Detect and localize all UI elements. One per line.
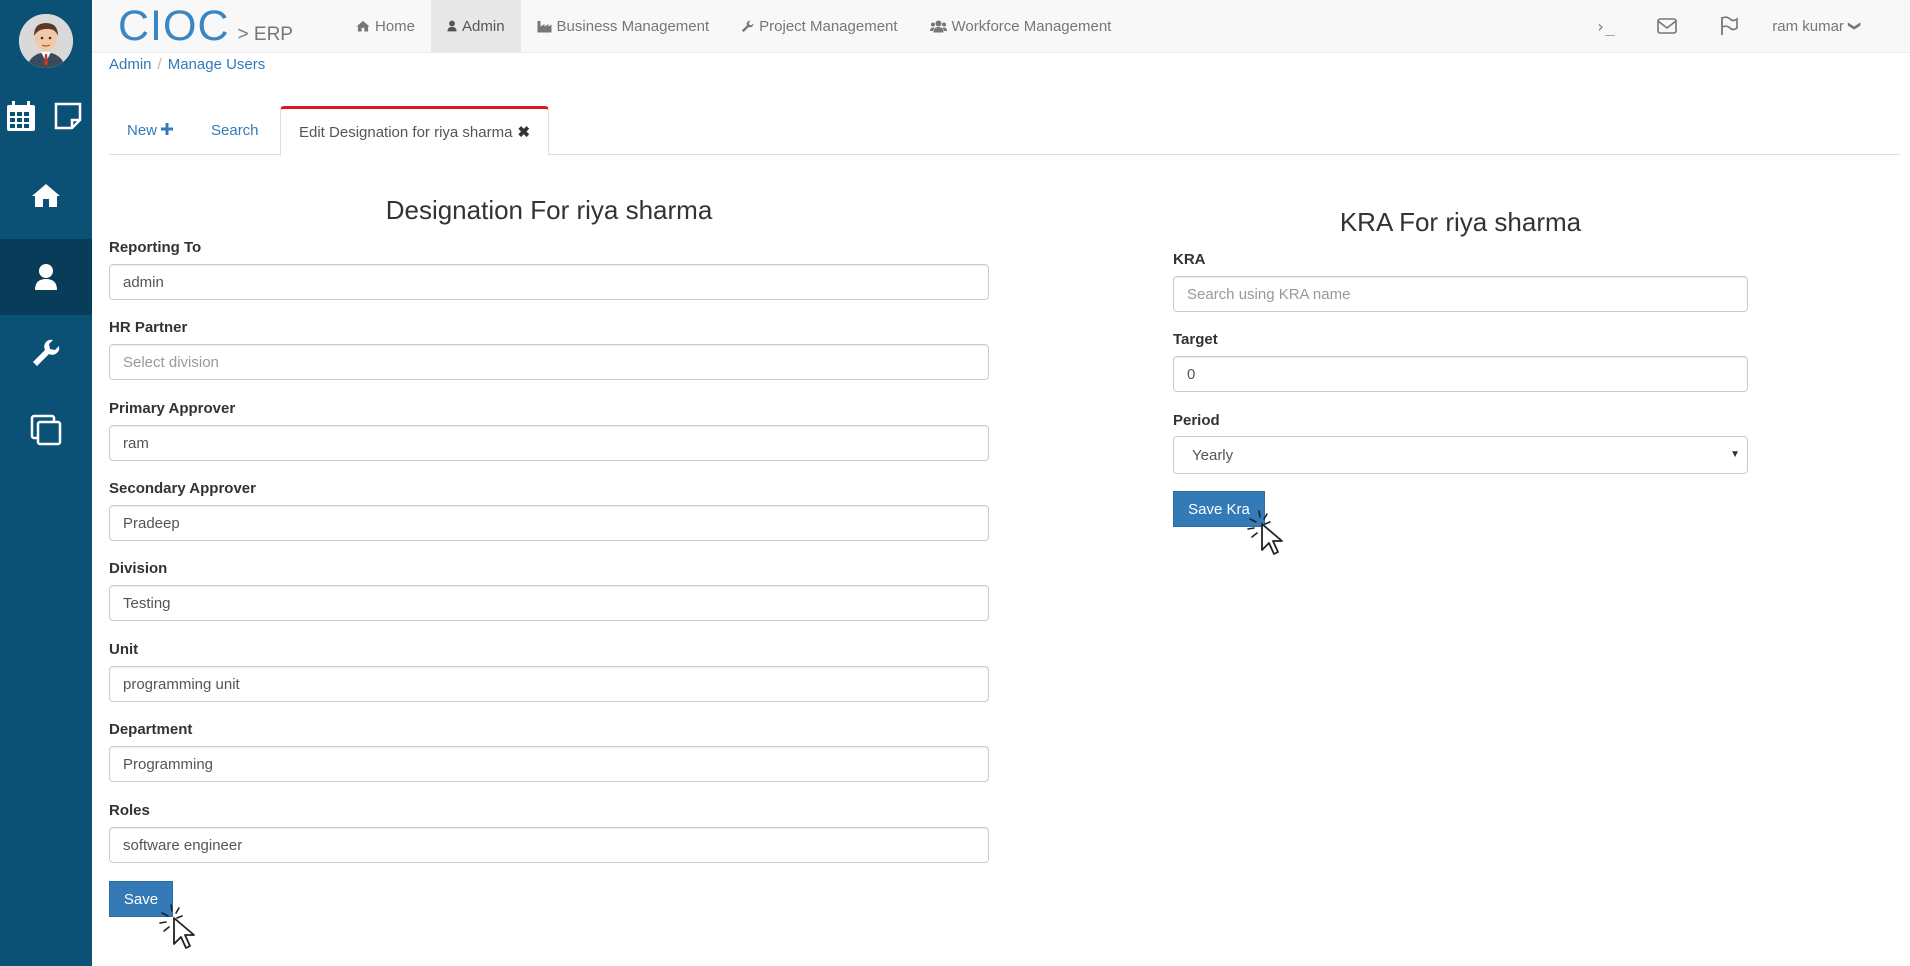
sidebar-quick-row — [0, 96, 92, 138]
envelope-icon[interactable] — [1636, 0, 1698, 52]
plus-icon — [161, 122, 174, 139]
brand-sub-label: ERP — [253, 24, 293, 45]
nav-home-label: Home — [375, 17, 416, 35]
brand-separator: > — [237, 24, 249, 45]
caret-down-icon: ▼ — [1730, 449, 1740, 460]
chevron-down-icon: ❯ — [1847, 20, 1862, 32]
reporting-to-input[interactable] — [109, 264, 989, 300]
wrench-icon — [741, 20, 754, 33]
main-nav: Home Admin Business Management Project M… — [340, 0, 1127, 52]
unit-input[interactable] — [109, 666, 989, 702]
period-selected-value: Yearly — [1192, 446, 1234, 464]
nav-workforce-label: Workforce Management — [951, 17, 1112, 35]
breadcrumb-admin[interactable]: Admin — [109, 56, 152, 73]
hr-partner-label: HR Partner — [109, 319, 188, 336]
user-name: ram kumar — [1772, 17, 1844, 35]
tab-bar: New Search Edit Designation for riya sha… — [109, 106, 1900, 156]
breadcrumb-manage-users[interactable]: Manage Users — [168, 56, 266, 73]
nav-right-group: ›_ ram kumar ❯ — [1574, 0, 1910, 52]
tab-edit-designation[interactable]: Edit Designation for riya sharma ✖ — [280, 106, 550, 156]
left-sidebar — [0, 0, 92, 966]
secondary-approver-label: Secondary Approver — [109, 480, 256, 497]
division-label: Division — [109, 560, 168, 577]
wrench-icon — [31, 338, 61, 368]
nav-business-management[interactable]: Business Management — [521, 0, 726, 52]
terminal-icon[interactable]: ›_ — [1574, 0, 1636, 52]
primary-approver-label: Primary Approver — [109, 400, 236, 417]
click-cursor-icon — [1246, 508, 1298, 565]
home-icon — [31, 182, 61, 208]
nav-business-label: Business Management — [556, 17, 710, 35]
period-select[interactable]: Yearly ▼ — [1173, 436, 1748, 474]
sidebar-copy[interactable] — [0, 392, 92, 468]
tab-new[interactable]: New — [109, 106, 191, 154]
tab-search[interactable]: Search — [193, 106, 277, 154]
brand-subtitle: > ERP — [238, 24, 293, 46]
breadcrumb-separator: / — [157, 56, 162, 73]
flag-icon[interactable] — [1698, 0, 1760, 52]
tab-edit-label: Edit Designation for riya sharma — [299, 123, 513, 141]
kra-title: KRA For riya sharma — [1339, 207, 1582, 237]
target-input[interactable] — [1173, 356, 1748, 392]
department-label: Department — [109, 721, 193, 738]
nav-home[interactable]: Home — [340, 0, 431, 52]
primary-approver-input[interactable] — [109, 425, 989, 461]
kra-search-input[interactable] — [1173, 276, 1748, 312]
nav-admin-label: Admin — [462, 17, 505, 35]
home-icon — [356, 20, 370, 32]
kra-label: KRA — [1173, 251, 1206, 268]
sidebar-project[interactable] — [0, 315, 92, 391]
sticky-note-icon[interactable] — [54, 102, 82, 130]
reporting-to-label: Reporting To — [109, 239, 202, 256]
department-input[interactable] — [109, 746, 989, 782]
nav-project-label: Project Management — [759, 17, 898, 35]
nav-workforce-management[interactable]: Workforce Management — [914, 0, 1128, 52]
designation-title: Designation For riya sharma — [385, 195, 713, 225]
secondary-approver-input[interactable] — [109, 505, 989, 541]
users-icon — [929, 20, 947, 33]
top-navbar: CIOC > ERP Home Admin Business Managemen… — [92, 0, 1910, 53]
brand-name: CIOC — [118, 2, 230, 50]
roles-input[interactable] — [109, 827, 989, 863]
breadcrumb: Admin / Manage Users — [109, 56, 265, 73]
hr-partner-input[interactable] — [109, 344, 989, 380]
nav-project-management[interactable]: Project Management — [725, 0, 913, 52]
brand-logo[interactable]: CIOC > ERP — [118, 2, 293, 50]
sidebar-home[interactable] — [0, 157, 92, 233]
user-menu[interactable]: ram kumar ❯ — [1760, 18, 1910, 35]
click-cursor-icon — [158, 902, 210, 959]
tab-search-label: Search — [211, 121, 259, 139]
industry-icon — [537, 20, 552, 33]
nav-admin[interactable]: Admin — [431, 0, 521, 52]
tab-new-label: New — [127, 121, 158, 139]
close-icon[interactable]: ✖ — [517, 123, 530, 141]
division-input[interactable] — [109, 585, 989, 621]
period-label: Period — [1173, 412, 1220, 429]
calendar-icon[interactable] — [6, 100, 36, 132]
user-avatar[interactable] — [19, 14, 73, 68]
target-label: Target — [1173, 331, 1218, 348]
user-icon — [34, 263, 58, 291]
sidebar-admin[interactable] — [0, 239, 92, 315]
unit-label: Unit — [109, 641, 139, 658]
copy-icon — [30, 414, 62, 446]
user-icon — [447, 20, 457, 32]
roles-label: Roles — [109, 802, 150, 819]
